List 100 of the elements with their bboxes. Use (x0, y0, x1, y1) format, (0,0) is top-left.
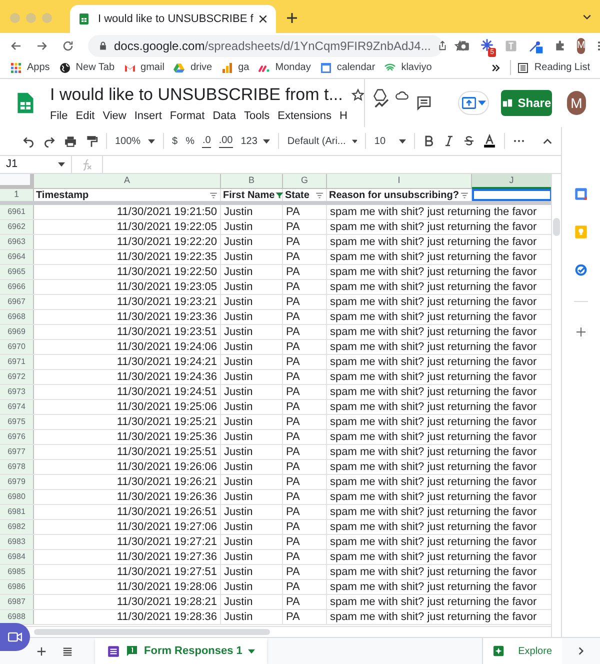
table-cell: 11/30/2021 19:24:21 (34, 355, 221, 369)
caret-icon (58, 162, 65, 167)
bookmark-link[interactable]: New Tab (58, 60, 115, 75)
row-number: 6980 (0, 490, 34, 504)
all-sheets-icon[interactable] (62, 646, 73, 656)
header-cell[interactable]: Reason for unsubscribing? (327, 189, 472, 201)
paint-format-icon[interactable] (85, 134, 98, 148)
video-call-button[interactable] (0, 623, 30, 651)
new-tab-icon[interactable] (286, 12, 298, 24)
menu-item[interactable]: Edit (76, 108, 95, 124)
redo-icon[interactable] (43, 134, 56, 148)
menu-item[interactable]: File (50, 108, 68, 124)
font-size-dropdown[interactable]: 10 (374, 134, 406, 148)
close-icon[interactable] (258, 14, 268, 24)
add-icon[interactable] (36, 646, 47, 656)
table-cell: PA (283, 445, 327, 459)
menu-item[interactable]: Insert (134, 108, 162, 124)
filter-icon[interactable] (460, 190, 469, 200)
calendar-icon[interactable] (574, 187, 588, 201)
column-header[interactable]: I (327, 174, 472, 189)
header-cell[interactable]: First Name (221, 189, 283, 201)
present-button[interactable] (458, 91, 489, 115)
column-header[interactable]: A (34, 174, 221, 189)
star-icon[interactable] (350, 88, 365, 102)
column-header[interactable]: G (283, 174, 327, 189)
filter-icon[interactable] (209, 190, 218, 200)
scrollbar-thumb[interactable] (34, 629, 270, 635)
menu-item[interactable]: Extensions (278, 108, 332, 124)
explore-button[interactable]: Explore (482, 638, 562, 664)
currency-button[interactable]: $ (172, 134, 178, 148)
reading-list-button[interactable]: Reading List (510, 60, 590, 75)
triangle-icon (173, 62, 186, 74)
browser-tab[interactable]: I would like to UNSUBSCRIBE f (70, 5, 276, 33)
text-color-icon[interactable] (483, 134, 496, 148)
bookmark-link[interactable]: Apps (10, 60, 50, 75)
bookmark-link[interactable]: ga (221, 60, 250, 75)
italic-icon[interactable] (443, 135, 456, 147)
menu-item[interactable]: Data (212, 108, 236, 124)
form-icon (107, 644, 120, 658)
star-icon[interactable] (454, 40, 466, 52)
row-number: 6985 (0, 565, 34, 579)
reload-icon[interactable] (62, 40, 74, 52)
menu-item[interactable]: H (339, 108, 348, 124)
account-avatar[interactable]: M (566, 91, 586, 115)
bookmark-link[interactable]: drive (173, 60, 212, 75)
name-box[interactable]: J1 (0, 156, 72, 173)
table-cell: Justin (221, 535, 283, 549)
camera-icon[interactable] (457, 39, 470, 52)
decrease-decimal-button[interactable]: .0 (202, 134, 211, 148)
scrollbar-thumb[interactable] (553, 218, 560, 236)
row-number: 6970 (0, 340, 34, 354)
table-cell: Justin (221, 610, 283, 624)
header-cell[interactable]: State (283, 189, 327, 201)
menu-item[interactable]: Format (170, 108, 205, 124)
undo-icon[interactable] (22, 134, 35, 148)
bookmark-link[interactable]: Monday (258, 60, 311, 75)
table-cell: 11/30/2021 19:24:06 (34, 340, 221, 354)
print-icon[interactable] (64, 134, 77, 148)
table-cell: PA (283, 370, 327, 384)
table-cell: Justin (221, 550, 283, 564)
table-cell: Justin (221, 595, 283, 609)
share-button[interactable]: Share (500, 90, 552, 116)
bold-icon[interactable] (423, 135, 436, 147)
back-arrow-icon[interactable] (10, 40, 22, 52)
percent-button[interactable]: % (186, 134, 194, 148)
bookmark-link[interactable]: gmail (124, 60, 164, 75)
check-circle-icon[interactable] (574, 263, 588, 277)
zoom-dropdown[interactable]: 100% (115, 134, 155, 148)
table-cell: 11/30/2021 19:21:50 (34, 205, 221, 219)
puzzle-icon[interactable] (554, 39, 567, 52)
bookmark-link[interactable]: klaviyo (384, 60, 432, 75)
chevron-down-icon[interactable] (582, 12, 592, 22)
filter-icon[interactable] (315, 190, 324, 200)
table-cell: PA (283, 535, 327, 549)
menu-item[interactable]: View (102, 108, 126, 124)
increase-decimal-button[interactable]: .00 (218, 134, 233, 148)
header-cell[interactable]: Timestamp (34, 189, 221, 201)
profile-avatar[interactable]: M (577, 38, 586, 54)
number-format-dropdown[interactable]: 123 (240, 134, 270, 148)
selected-cell[interactable] (472, 189, 551, 201)
document-title[interactable]: I would like to UNSUBSCRIBE from t... (50, 82, 343, 108)
font-dropdown[interactable]: Default (Ari... (287, 134, 358, 148)
share-icon[interactable] (436, 40, 448, 51)
add-icon[interactable] (575, 326, 587, 338)
table-cell: Justin (221, 415, 283, 429)
sheet-tab[interactable]: Form Responses 1 (95, 638, 268, 664)
strikethrough-icon[interactable] (463, 135, 476, 147)
double-chevron-icon[interactable] (491, 62, 502, 72)
table-cell: PA (283, 550, 327, 564)
table-cell: Justin (221, 460, 283, 474)
column-header[interactable]: J (472, 174, 551, 189)
column-header[interactable]: B (221, 174, 283, 189)
bookmark-link[interactable]: calendar (320, 60, 376, 75)
menu-item[interactable]: Tools (244, 108, 270, 124)
chevron-right-icon[interactable] (576, 646, 586, 656)
table-cell: PA (283, 235, 327, 249)
globe-icon (58, 62, 71, 74)
comment-icon[interactable] (416, 95, 432, 111)
table-cell: Justin (221, 400, 283, 414)
forward-arrow-icon[interactable] (36, 40, 48, 52)
